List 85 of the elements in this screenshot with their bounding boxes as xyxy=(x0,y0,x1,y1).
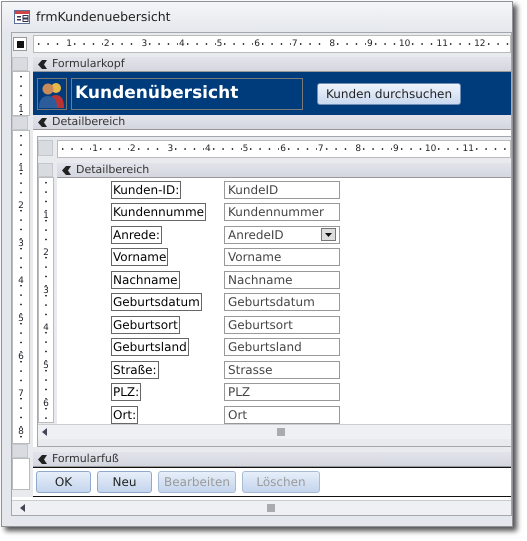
text-box[interactable]: KundeID xyxy=(224,181,340,199)
ruler-number: 11 xyxy=(461,144,475,154)
field-label: Geburtsort xyxy=(111,316,180,334)
section-bar[interactable]: Formularfuß xyxy=(33,452,511,467)
text-box[interactable]: Vorname xyxy=(224,248,340,266)
horizontal-scrollbar[interactable] xyxy=(12,500,511,515)
form-button[interactable]: Neu xyxy=(97,471,152,493)
section-arrow-icon xyxy=(38,60,48,68)
combo-box[interactable]: AnredeID xyxy=(224,226,340,244)
ruler-number: 4 xyxy=(178,39,186,49)
ruler-number: 6 xyxy=(43,398,49,409)
section-selector[interactable] xyxy=(38,163,53,177)
section-label: Formularkopf xyxy=(52,56,125,72)
field-label: Kunden-ID: xyxy=(111,181,182,199)
ruler-number: 1 xyxy=(65,39,73,49)
ruler-number: 1 xyxy=(43,210,49,221)
section-label: Detailbereich xyxy=(76,162,150,178)
ruler-number: 10 xyxy=(398,39,412,49)
dropdown-icon[interactable] xyxy=(321,228,336,242)
section-selector[interactable] xyxy=(12,57,28,71)
ruler-number: 1 xyxy=(18,164,24,174)
field-label: Nachname xyxy=(111,270,180,289)
ruler-number: 3 xyxy=(166,144,174,154)
ruler-number: 1 xyxy=(91,144,99,154)
section-label: Detailbereich xyxy=(52,114,126,130)
horizontal-scrollbar[interactable] xyxy=(38,424,511,439)
grip-icon xyxy=(277,428,286,436)
ruler-number: 5 xyxy=(216,39,224,49)
ruler-number: 6 xyxy=(253,39,261,49)
section-arrow-icon xyxy=(38,118,48,126)
people-icon xyxy=(37,78,67,110)
field-label: Straße: xyxy=(111,360,159,379)
ruler-number: 2 xyxy=(102,39,111,49)
select-form-box[interactable] xyxy=(13,37,27,51)
ruler-number: 6 xyxy=(279,144,287,154)
ruler-number: 2 xyxy=(128,144,137,154)
field-label: PLZ: xyxy=(111,383,142,402)
text-box[interactable]: Geburtsland xyxy=(224,338,340,356)
ruler-number: 6 xyxy=(18,352,24,362)
ruler-number: 3 xyxy=(43,286,49,296)
control-source: AnredeID xyxy=(228,226,284,243)
section-selector[interactable] xyxy=(12,444,28,458)
section-arrow-icon xyxy=(62,166,72,174)
ruler-number: 11 xyxy=(435,39,449,49)
section-bar[interactable]: Detailbereich xyxy=(57,163,511,178)
ruler-number: 9 xyxy=(392,144,400,154)
ruler-number: 4 xyxy=(204,144,212,154)
ruler-number: 10 xyxy=(424,144,438,154)
text-box[interactable]: PLZ xyxy=(224,383,340,402)
ruler-number: 8 xyxy=(18,426,24,437)
form-title: Kundenübersicht xyxy=(71,78,303,110)
ruler-number: 8 xyxy=(328,39,336,49)
ruler-number: 5 xyxy=(43,360,49,371)
section-label: Formularfuß xyxy=(52,450,119,467)
ruler-number: 3 xyxy=(140,39,148,49)
section-arrow-icon xyxy=(38,454,48,464)
ruler-number: 7 xyxy=(316,144,325,154)
text-box[interactable]: Geburtsdatum xyxy=(224,293,340,312)
ruler-number: 12 xyxy=(473,39,487,49)
field-label: Kundennumme xyxy=(111,203,206,222)
form-icon xyxy=(14,10,30,24)
field-label: Geburtsland xyxy=(111,338,189,356)
form-button[interactable]: OK xyxy=(36,471,91,493)
section-bar[interactable]: Formularkopf xyxy=(33,57,511,72)
section-selector[interactable] xyxy=(12,116,28,130)
text-box[interactable]: Geburtsort xyxy=(224,316,340,334)
text-box[interactable]: Nachname xyxy=(224,270,340,289)
ruler-number: 9 xyxy=(366,39,374,49)
text-box[interactable]: Ort xyxy=(224,406,340,424)
field-label: Geburtsdatum xyxy=(111,293,202,312)
search-customers-button[interactable]: Kunden durchsuchen xyxy=(317,82,462,104)
window-title: frmKundenuebersicht xyxy=(36,8,171,26)
ruler-number: 5 xyxy=(242,144,250,154)
section-bar[interactable]: Detailbereich xyxy=(33,115,511,130)
ruler-number: 8 xyxy=(354,144,362,154)
text-box[interactable]: Kundennummer xyxy=(224,203,340,222)
field-label: Vorname xyxy=(111,248,168,266)
ruler-number: 3 xyxy=(18,238,24,249)
ruler-number: 5 xyxy=(18,314,24,324)
ruler-number: 1 xyxy=(18,104,24,115)
field-label: Anrede: xyxy=(111,226,162,244)
text-box[interactable]: Strasse xyxy=(224,360,340,379)
ruler-number: 7 xyxy=(290,39,299,49)
field-label: Ort: xyxy=(111,406,138,424)
grip-icon xyxy=(267,504,276,512)
